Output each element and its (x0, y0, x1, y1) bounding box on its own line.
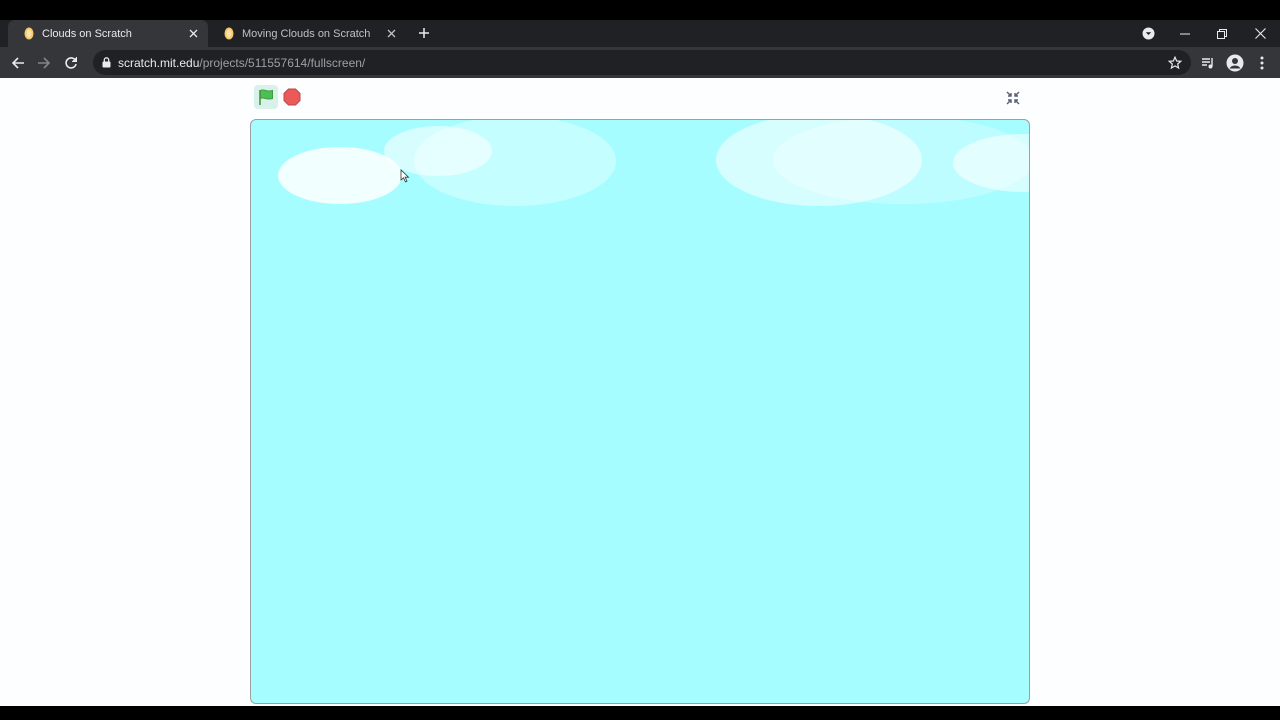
arrow-right-icon (38, 57, 51, 69)
minimize-button[interactable] (1166, 20, 1204, 47)
media-queue-icon (1202, 58, 1213, 69)
unfullscreen-button[interactable] (1002, 87, 1024, 109)
arrow-left-icon (11, 57, 24, 69)
url-host: scratch.mit.edu (118, 55, 200, 70)
reload-icon (65, 57, 77, 69)
menu-button[interactable] (1251, 52, 1273, 74)
url-path: /projects/511557614/fullscreen/ (199, 55, 366, 70)
stop-button[interactable] (282, 87, 302, 107)
green-flag-button[interactable] (254, 85, 278, 109)
address-bar[interactable]: scratch.mit.edu/projects/511557614/fulls… (93, 50, 1191, 75)
green-flag-icon (259, 89, 273, 105)
tab-clouds-on-scratch[interactable]: Clouds on Scratch (8, 20, 208, 47)
mouse-pointer-icon (400, 169, 410, 183)
tab-search-button[interactable] (1129, 20, 1167, 47)
back-button[interactable] (7, 52, 29, 74)
browser-toolbar: scratch.mit.edu/projects/511557614/fulls… (0, 47, 1280, 78)
scratch-favicon-icon (224, 27, 234, 40)
tab-title: Clouds on Scratch (42, 27, 132, 40)
scratch-fullscreen-page (0, 78, 1280, 706)
star-icon (1168, 56, 1182, 70)
kebab-menu-icon (1260, 56, 1264, 70)
bottom-letterbox (0, 706, 1280, 720)
plus-icon (419, 28, 429, 38)
unfullscreen-icon (1006, 91, 1020, 105)
restore-button[interactable] (1203, 20, 1241, 47)
project-stage[interactable] (250, 119, 1030, 704)
tab-moving-clouds-on-scratch[interactable]: Moving Clouds on Scratch (208, 20, 406, 47)
tab-strip: Clouds on Scratch Moving Clouds on Scrat… (0, 20, 1280, 47)
url-text: scratch.mit.edu/projects/511557614/fulls… (118, 56, 365, 70)
minimize-icon (1180, 33, 1190, 34)
profile-button[interactable] (1224, 52, 1246, 74)
close-icon[interactable] (382, 25, 400, 43)
close-icon (1254, 28, 1266, 39)
scratch-favicon-icon (24, 27, 34, 40)
tab-title: Moving Clouds on Scratch (242, 27, 371, 40)
close-icon[interactable] (184, 25, 202, 43)
screen: Clouds on Scratch Moving Clouds on Scrat… (0, 0, 1280, 720)
profile-icon (1226, 54, 1244, 72)
reload-button[interactable] (60, 52, 82, 74)
restore-icon (1217, 28, 1227, 39)
cloud-sprite (278, 147, 402, 204)
lock-icon (102, 57, 111, 68)
close-window-button[interactable] (1241, 20, 1279, 47)
stage-header (250, 78, 1030, 118)
new-tab-button[interactable] (414, 23, 434, 43)
cloud-sprite (414, 120, 616, 206)
chevron-down-icon (1142, 27, 1154, 40)
bookmark-button[interactable] (1164, 52, 1186, 74)
media-button[interactable] (1197, 52, 1219, 74)
forward-button[interactable] (33, 52, 55, 74)
stop-icon (283, 88, 301, 106)
